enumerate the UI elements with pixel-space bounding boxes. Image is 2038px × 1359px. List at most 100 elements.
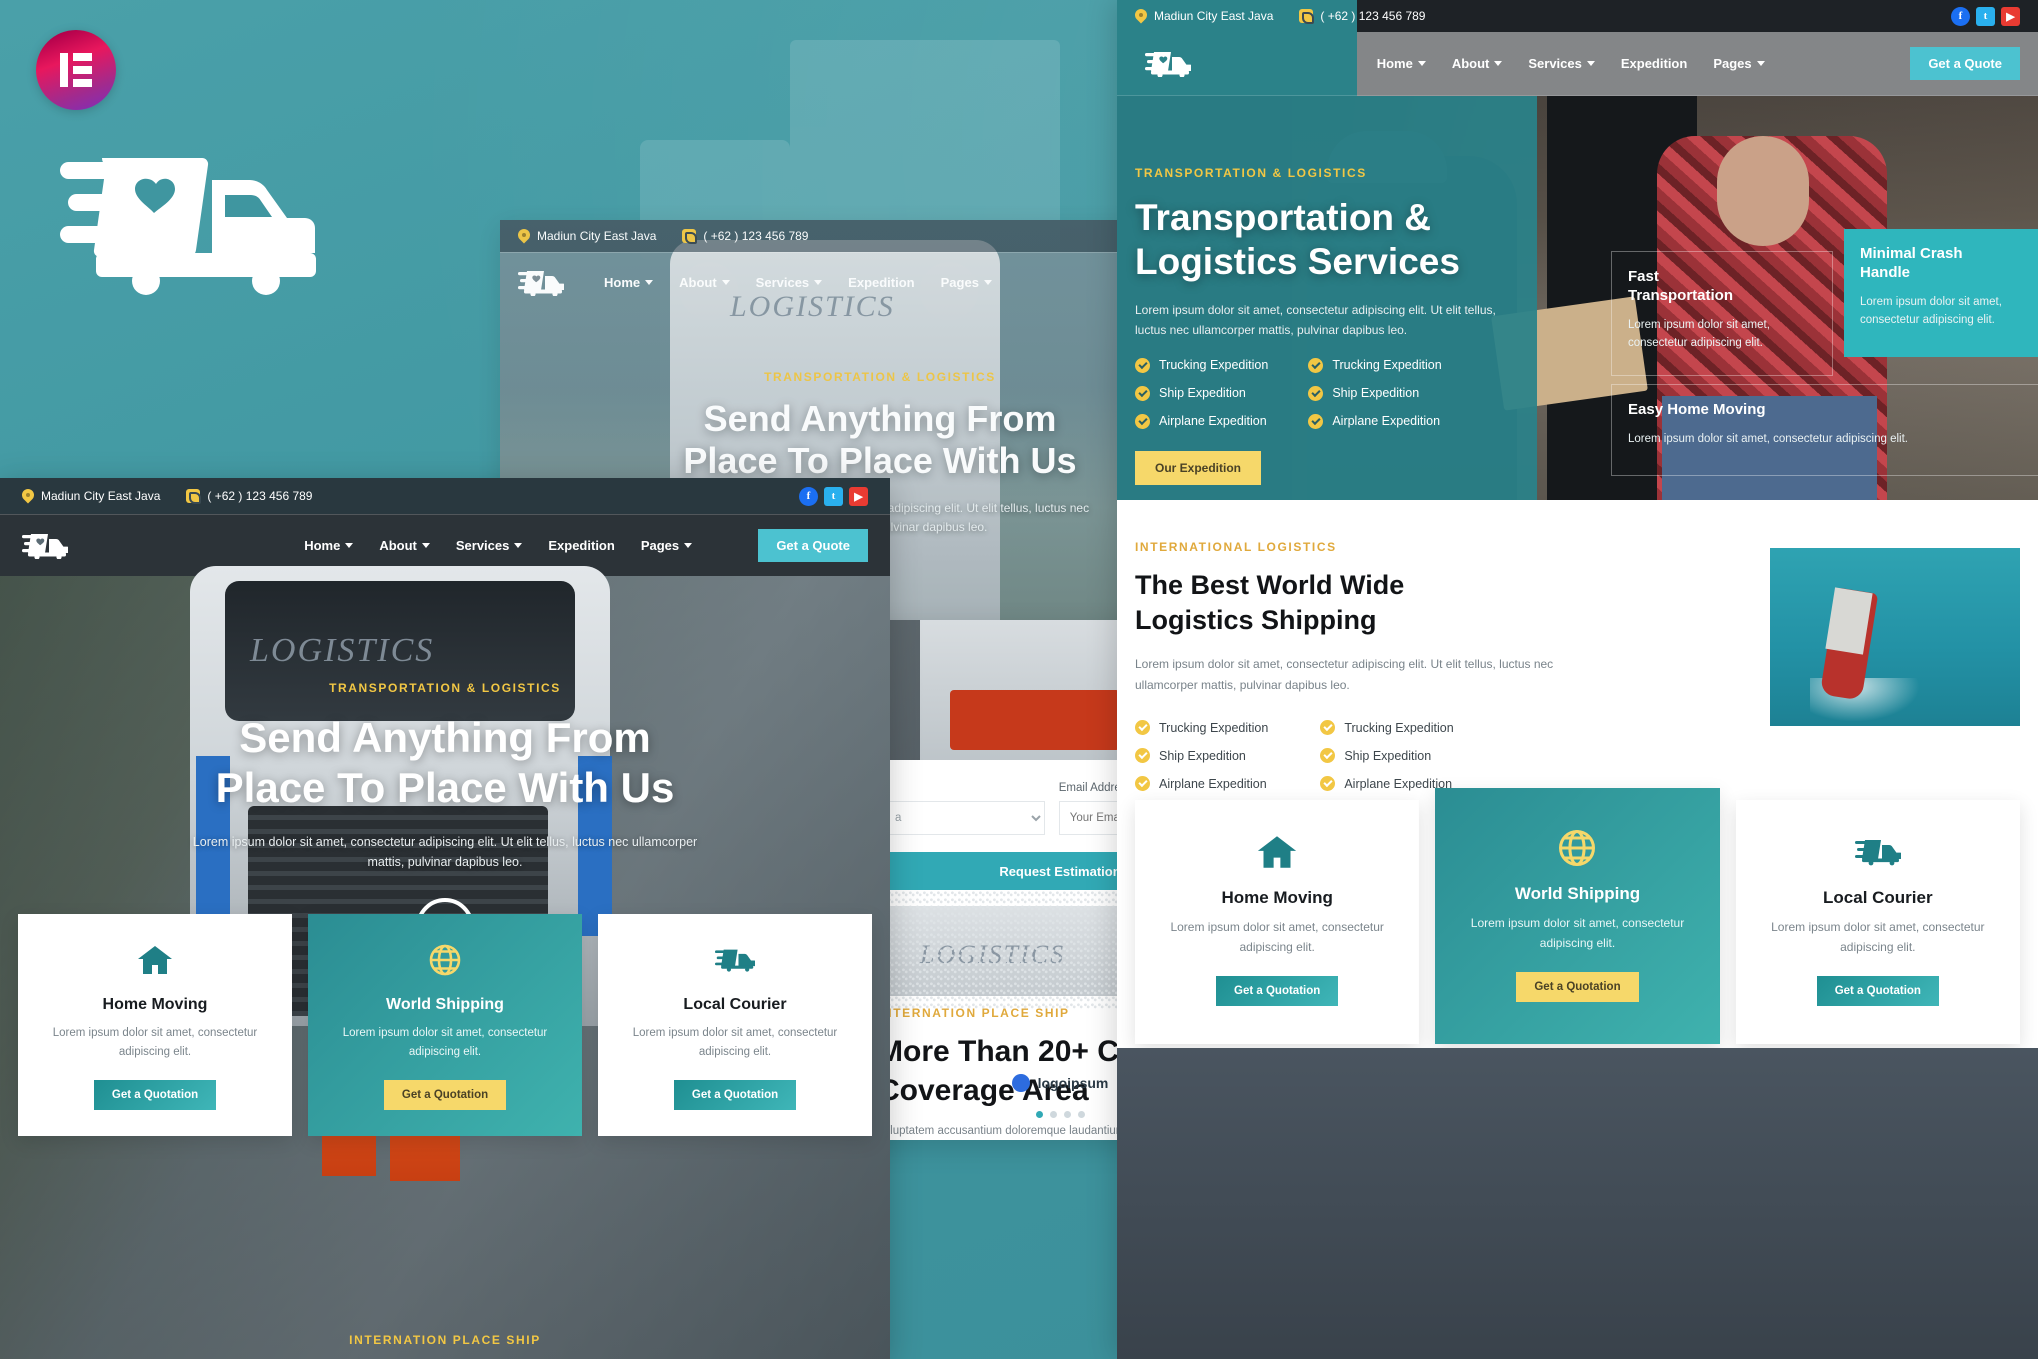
address-item: Madiun City East Java — [518, 229, 656, 244]
facebook-icon[interactable]: f — [799, 486, 818, 506]
phone-item[interactable]: ( +62 ) 123 456 789 — [682, 229, 809, 244]
secondary-hero-title-line1: Send Anything From — [703, 398, 1057, 439]
nav-item-services[interactable]: Services — [1528, 56, 1595, 71]
nav-item-pages[interactable]: Pages — [1713, 56, 1765, 71]
get-a-quotation-button[interactable]: Get a Quotation — [673, 1079, 797, 1110]
service-card-world-shipping[interactable]: World Shipping Lorem ipsum dolor sit ame… — [308, 914, 582, 1136]
nav-item-home[interactable]: Home — [304, 538, 354, 553]
service-card-desc: Lorem ipsum dolor sit amet, consectetur … — [1771, 920, 1985, 954]
our-expedition-button[interactable]: Our Expedition — [1135, 450, 1262, 485]
get-a-quotation-button[interactable]: Get a Quotation — [93, 1079, 217, 1110]
service-card-home-moving[interactable]: Home Moving Lorem ipsum dolor sit amet, … — [1135, 800, 1420, 1044]
home-icon — [36, 938, 274, 982]
truck-heart-icon[interactable] — [1145, 51, 1192, 78]
check-item: Airplane Expedition — [1308, 413, 1441, 429]
get-a-quote-button[interactable]: Get a Quote — [758, 529, 868, 562]
elementor-logo-icon[interactable] — [36, 30, 116, 110]
get-a-quotation-button[interactable]: Get a Quotation — [1216, 975, 1339, 1006]
check-circle-icon — [1320, 720, 1336, 736]
chevron-down-icon — [684, 543, 693, 548]
chevron-down-icon — [1586, 61, 1595, 66]
youtube-icon[interactable]: ▶ — [849, 486, 868, 506]
nav-item-about[interactable]: About — [1452, 56, 1503, 71]
check-circle-icon — [1308, 413, 1324, 429]
carousel-dot-1[interactable] — [1035, 1111, 1043, 1118]
get-a-quotation-button[interactable]: Get a Quotation — [1516, 971, 1639, 1002]
nav-item-expedition[interactable]: Expedition — [848, 275, 914, 290]
expedition-type-select[interactable]: a — [880, 801, 1045, 835]
nav-item-expedition[interactable]: Expedition — [548, 538, 614, 553]
twitter-icon[interactable]: t — [1976, 6, 1995, 26]
nav-item-pages[interactable]: Pages — [941, 275, 992, 290]
map-pin-icon — [22, 489, 34, 504]
service-card-world-shipping[interactable]: World Shipping Lorem ipsum dolor sit ame… — [1435, 788, 1720, 1044]
left-hero-eyebrow: TRANSPORTATION & LOGISTICS — [329, 681, 561, 695]
chevron-down-icon — [814, 280, 823, 285]
get-a-quotation-button[interactable]: Get a Quotation — [1816, 975, 1939, 1006]
get-a-quotation-button[interactable]: Get a Quotation — [383, 1079, 507, 1110]
service-card-local-courier[interactable]: Local Courier Lorem ipsum dolor sit amet… — [598, 914, 872, 1136]
service-card-desc: Lorem ipsum dolor sit amet, consectetur … — [52, 1027, 258, 1058]
phone-text: ( +62 ) 123 456 789 — [703, 229, 809, 243]
phone-item[interactable]: ( +62 ) 123 456 789 — [1299, 9, 1425, 24]
check-item: Ship Expedition — [1135, 385, 1268, 401]
check-item: Ship Expedition — [1320, 748, 1453, 764]
phone-icon — [682, 229, 698, 244]
youtube-icon[interactable]: ▶ — [2001, 6, 2020, 26]
service-card-desc: Lorem ipsum dolor sit amet, consectetur … — [1170, 920, 1384, 954]
carousel-dot-2[interactable] — [1049, 1111, 1057, 1118]
chevron-down-icon — [421, 543, 430, 548]
nav-item-services[interactable]: Services — [756, 275, 823, 290]
nav-item-expedition[interactable]: Expedition — [1621, 56, 1687, 71]
globe-icon — [1459, 826, 1695, 870]
chevron-down-icon — [721, 280, 730, 285]
truck-heart-icon — [60, 150, 330, 295]
service-card-desc: Lorem ipsum dolor sit amet, consectetur … — [342, 1027, 548, 1058]
phone-icon — [1299, 9, 1315, 24]
facebook-icon[interactable]: f — [1951, 6, 1970, 26]
right-hero-eyebrow: TRANSPORTATION & LOGISTICS — [1135, 166, 1367, 180]
left-nav-links: Home About Services Expedition Pages — [304, 538, 693, 553]
social-links: f t ▶ — [1951, 6, 2020, 26]
phone-item[interactable]: ( +62 ) 123 456 789 — [186, 489, 312, 504]
nav-item-home[interactable]: Home — [604, 275, 654, 290]
get-a-quote-button[interactable]: Get a Quote — [1910, 47, 2020, 80]
right-hero-title-line2: Logistics Services — [1135, 240, 1460, 282]
worldwide-title-line2: Logistics Shipping — [1135, 605, 1377, 636]
chevron-down-icon — [1756, 61, 1765, 66]
service-card-title: Local Courier — [1823, 888, 1933, 907]
feature-card-desc: Lorem ipsum dolor sit amet, consectetur … — [1628, 432, 1908, 445]
truck-heart-icon[interactable] — [518, 270, 565, 297]
nav-item-home[interactable]: Home — [1377, 56, 1426, 71]
check-item: Trucking Expedition — [1320, 720, 1454, 736]
home-icon — [1159, 830, 1395, 874]
feature-card-easy-home-moving: Easy Home Moving Lorem ipsum dolor sit a… — [1611, 384, 2038, 476]
carousel-dot-3[interactable] — [1063, 1111, 1071, 1118]
check-circle-icon — [1135, 720, 1150, 736]
right-footer-photo — [1117, 1048, 2038, 1359]
social-links: f t ▶ — [799, 486, 868, 506]
service-card-title: Local Courier — [683, 996, 787, 1013]
truck-heart-icon[interactable] — [22, 533, 69, 560]
right-hero: TRANSPORTATION & LOGISTICS Transportatio… — [1117, 96, 2038, 500]
phone-icon — [186, 489, 202, 504]
right-hero-title-line1: Transportation & — [1135, 197, 1432, 238]
left-hero: LOGISTICS TRANSPORTATION & LOGISTICS Sen… — [0, 566, 890, 1359]
nav-item-pages[interactable]: Pages — [641, 538, 693, 553]
service-card-local-courier[interactable]: Local Courier Lorem ipsum dolor sit amet… — [1735, 800, 2020, 1044]
nav-item-about[interactable]: About — [379, 538, 430, 553]
check-item: Airplane Expedition — [1135, 776, 1268, 792]
right-contact-info: Madiun City East Java ( +62 ) 123 456 78… — [1135, 9, 1425, 24]
service-card-home-moving[interactable]: Home Moving Lorem ipsum dolor sit amet, … — [18, 914, 292, 1136]
right-hero-checklists: Trucking Expedition Ship Expedition Airp… — [1135, 357, 1525, 429]
secondary-hero-title-line2: Place To Place With Us — [683, 440, 1077, 482]
nav-item-services[interactable]: Services — [456, 538, 523, 553]
right-service-cards: Home Moving Lorem ipsum dolor sit amet, … — [1135, 788, 2020, 1044]
right-navbar: Home About Services Expedition Pages Get… — [1117, 32, 2038, 96]
map-pin-icon — [1135, 9, 1147, 24]
carousel-dot-4[interactable] — [1077, 1111, 1085, 1118]
twitter-icon[interactable]: t — [824, 486, 843, 506]
map-pin-icon — [518, 229, 530, 244]
logoipsum-text: logoipsum — [1037, 1075, 1109, 1091]
nav-item-about[interactable]: About — [679, 275, 730, 290]
